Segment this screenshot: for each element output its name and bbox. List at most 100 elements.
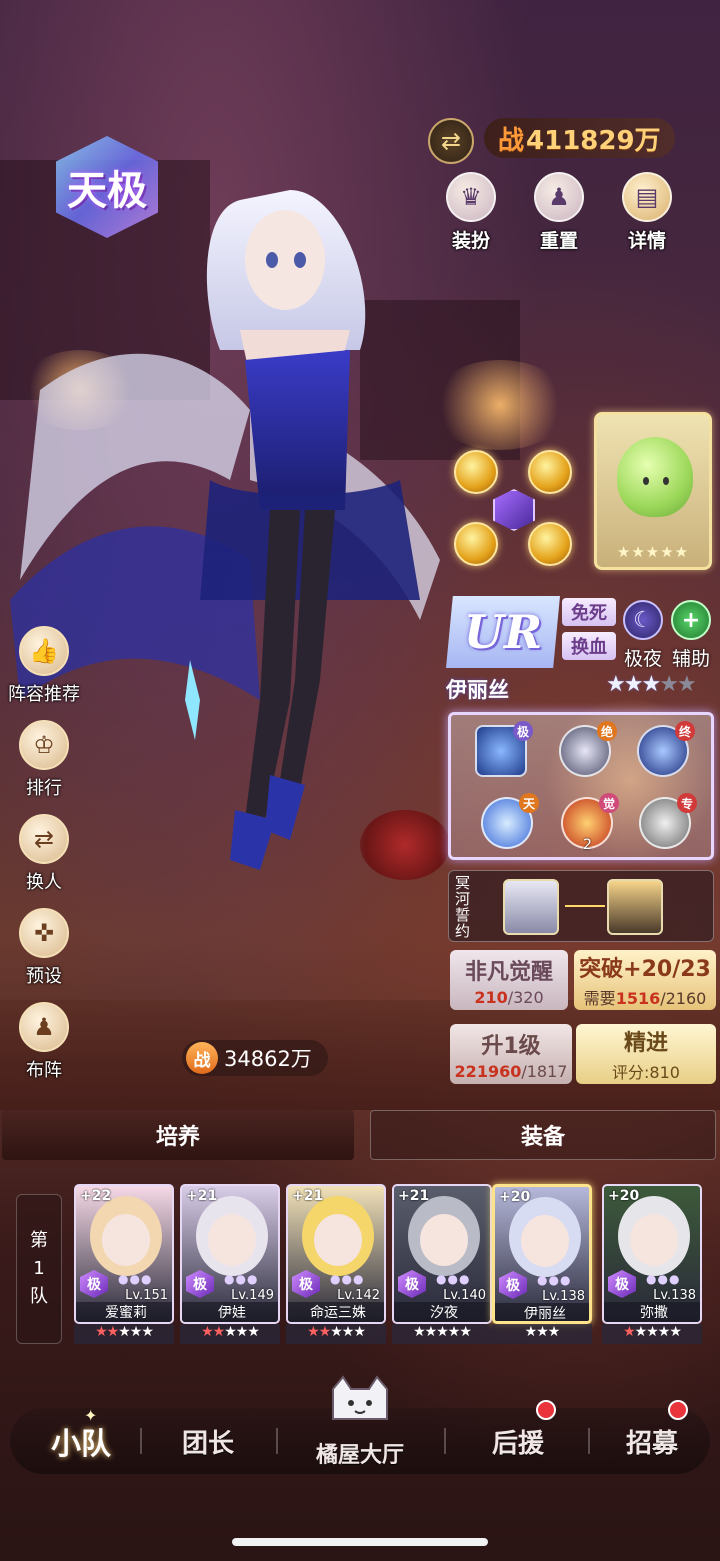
team-hero-card[interactable]: +20 极 ●●● Lv.138 弥撒 ★★★★★ [602, 1184, 702, 1344]
power-prefix: 战 [186, 1042, 218, 1074]
swap-character-button[interactable]: ⇄ [428, 118, 474, 164]
hero-rarity-badge: 极 [292, 1270, 320, 1298]
hero-name: 命运三姝 [288, 1302, 384, 1322]
nav-orange-house-hall[interactable]: 橘屋大厅 [296, 1430, 424, 1476]
rune-gem[interactable] [454, 450, 498, 494]
hero-orbs: ●●● [118, 1272, 153, 1286]
hero-enhance-level: +22 [80, 1188, 112, 1204]
total-power-display: 战 411829万 [484, 118, 675, 158]
hero-name: 弥撒 [604, 1302, 700, 1322]
rank-badge[interactable]: 天极 [48, 128, 166, 246]
bond-panel[interactable]: 冥河誓约 [448, 870, 714, 942]
skill-tag: 觉 [599, 793, 619, 813]
nav-support[interactable]: 后援 [470, 1418, 566, 1464]
bond-link [565, 905, 605, 907]
bond-portrait-partner[interactable] [607, 879, 663, 935]
refine-card[interactable]: 精进 评分:810 [576, 1024, 716, 1084]
trophy-icon: ♔ [19, 720, 69, 770]
star-icon: ★ [447, 1324, 461, 1340]
home-indicator[interactable] [232, 1538, 488, 1546]
breakthrough-requirement: 需要1516/2160 [584, 985, 707, 1009]
rune-core-icon[interactable] [493, 489, 535, 531]
star-icon: ★ [634, 1324, 648, 1340]
hero-rarity-badge: 极 [499, 1271, 527, 1299]
tab-training[interactable]: 培养 [2, 1110, 354, 1160]
hero-orbs: ●●● [537, 1273, 572, 1287]
cat-house-icon[interactable] [322, 1374, 398, 1430]
nav-captain[interactable]: 团长 [160, 1418, 256, 1464]
trait-tag-immortal[interactable]: 免死 [562, 598, 616, 626]
hero-orbs: ●●● [224, 1272, 259, 1286]
star-icon: ★ [212, 1324, 226, 1340]
hero-rarity-badge: 极 [398, 1270, 426, 1298]
star-icon: ★ [536, 1324, 549, 1340]
team-hero-card[interactable]: +21 极 ●●● Lv.149 伊娃 ★★★★★ [180, 1184, 280, 1344]
formation-button[interactable]: ♟ 布阵 [12, 1002, 76, 1082]
rune-slots[interactable] [450, 448, 580, 578]
hero-name: 爱蜜莉 [76, 1302, 172, 1322]
change-member-button[interactable]: ⇄ 换人 [12, 814, 76, 894]
details-button[interactable]: ▤ 详情 [614, 172, 680, 253]
team-number-label[interactable]: 第 1 队 [16, 1194, 62, 1344]
plus-icon: + [671, 600, 711, 640]
breakthrough-prefix: 需要 [583, 989, 616, 1008]
star-icon: ★ [201, 1324, 214, 1340]
nav-squad[interactable]: 小队 [36, 1418, 126, 1464]
hero-orbs: ●●● [436, 1272, 471, 1286]
preset-button[interactable]: ✜ 预设 [12, 908, 76, 988]
level-up-card[interactable]: 升1级 221960/1817 [450, 1024, 572, 1084]
notification-dot [536, 1400, 556, 1420]
hero-portrait: +21 极 ●●● Lv.149 伊娃 [180, 1184, 280, 1324]
pet-card[interactable]: ★★★★★ [594, 412, 712, 570]
hero-level: Lv.149 [231, 1288, 274, 1303]
nav-recruit[interactable]: 招募 [604, 1418, 700, 1464]
outfit-label: 装扮 [451, 230, 490, 252]
faction-polar-night[interactable]: ☾ 极夜 [618, 600, 668, 671]
rune-gem[interactable] [528, 522, 572, 566]
bond-portrait-self[interactable] [503, 879, 559, 935]
star-icon: ★ [413, 1324, 426, 1340]
skill-count: 2 [583, 837, 592, 853]
star-icon: ★ [118, 1324, 131, 1340]
lineup-recommend-label: 阵容推荐 [8, 684, 80, 705]
trait-tag-blood-swap[interactable]: 换血 [562, 632, 616, 660]
breakthrough-current: 1516 [615, 989, 661, 1008]
team-hero-card[interactable]: +22 极 ●●● Lv.151 爱蜜莉 ★★★★★ [74, 1184, 174, 1344]
notification-dot [668, 1400, 688, 1420]
team-power-display: 战 34862万 [182, 1040, 328, 1076]
team-hero-card[interactable]: +21 极 ●●● Lv.142 命运三姝 ★★★★★ [286, 1184, 386, 1344]
star-icon: ★ [669, 1324, 682, 1340]
star-icon: ★ [424, 1324, 438, 1340]
rune-gem[interactable] [528, 450, 572, 494]
ranking-label: 排行 [26, 778, 62, 799]
hero-face [630, 1214, 678, 1266]
reset-button[interactable]: ♟ 重置 [526, 172, 592, 253]
hero-face [102, 1214, 150, 1266]
total-power-value: 411829万 [526, 125, 661, 156]
team-hero-card[interactable]: +20 极 ●●● Lv.138 伊丽丝 ★★★ [492, 1184, 592, 1344]
level-up-max: /1817 [521, 1061, 568, 1081]
awaken-card[interactable]: 非凡觉醒 210/320 [450, 950, 568, 1010]
breakthrough-title: 突破+20/23 [579, 957, 711, 982]
tab-equipment[interactable]: 装备 [370, 1110, 716, 1160]
awaken-progress: 210/320 [474, 988, 543, 1007]
role-support[interactable]: + 辅助 [666, 600, 716, 671]
pet-eye [663, 477, 669, 485]
team-hero-card[interactable]: +21 极 ●●● Lv.140 汐夜 ★★★★★ [392, 1184, 492, 1344]
refine-title: 精进 [623, 1031, 668, 1056]
level-up-title: 升1级 [481, 1033, 541, 1059]
hero-face [420, 1214, 468, 1266]
bond-title: 冥河誓约 [455, 874, 471, 940]
lineup-recommend-button[interactable]: 👍 阵容推荐 [8, 626, 80, 706]
rune-gem[interactable] [454, 522, 498, 566]
skill-tag: 绝 [597, 721, 617, 741]
breakthrough-max: /2160 [660, 989, 707, 1008]
hero-rarity-badge: 极 [608, 1270, 636, 1298]
swap-icon: ⇄ [440, 127, 462, 155]
breakthrough-card[interactable]: 突破+20/23 需要1516/2160 [574, 950, 716, 1010]
ranking-button[interactable]: ♔ 排行 [12, 720, 76, 800]
sparkle-icon: ✦ [84, 1406, 98, 1425]
outfit-button[interactable]: ♛ 装扮 [438, 172, 504, 253]
awaken-current: 210 [474, 987, 508, 1007]
pet-sprite [617, 437, 693, 517]
